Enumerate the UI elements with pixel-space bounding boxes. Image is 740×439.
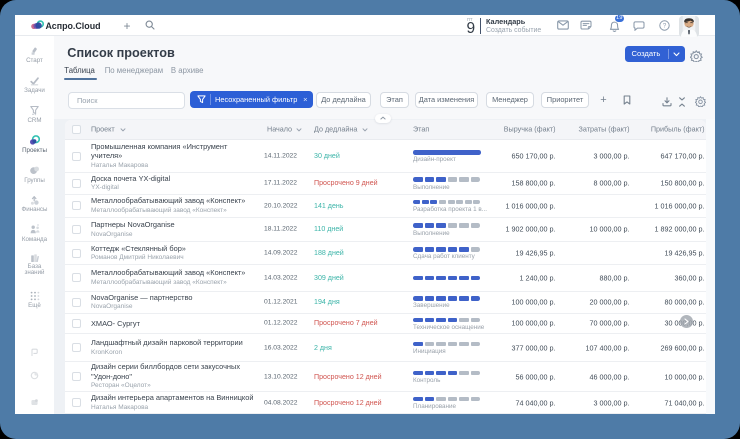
svg-text:?: ? — [662, 22, 666, 29]
